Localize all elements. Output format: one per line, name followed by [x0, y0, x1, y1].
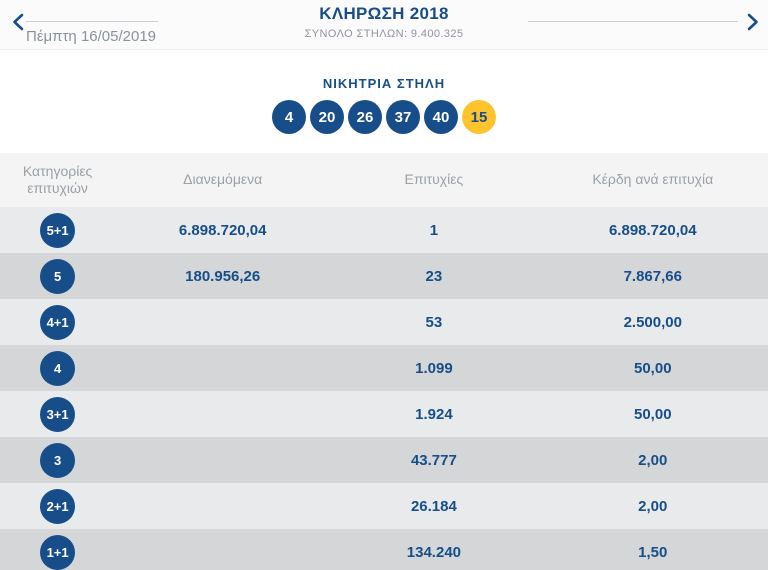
winners-value: 1.924 — [415, 405, 453, 423]
column-header-distributed: Διανεμόμενα — [183, 171, 263, 188]
header-divider-right — [528, 21, 738, 22]
winning-number-ball: 20 — [310, 100, 344, 134]
table-row: 3 43.777 2,00 — [0, 437, 768, 483]
category-badge: 4 — [40, 350, 76, 386]
draw-navigation-bar: Πέμπτη 16/05/2019 ΚΛΗΡΩΣΗ 2018 ΣΥΝΟΛΟ ΣΤ… — [0, 0, 768, 50]
draw-results-page: Πέμπτη 16/05/2019 ΚΛΗΡΩΣΗ 2018 ΣΥΝΟΛΟ ΣΤ… — [0, 0, 768, 570]
winners-value: 1.099 — [415, 359, 453, 377]
prize-table: Κατηγορίες επιτυχιών Διανεμόμενα Επιτυχί… — [0, 153, 768, 570]
table-row: 4+1 53 2.500,00 — [0, 299, 768, 345]
category-badge: 2+1 — [40, 488, 76, 524]
prize-value: 7.867,66 — [623, 267, 682, 285]
total-columns-label: ΣΥΝΟΛΟ ΣΤΗΛΩΝ: 9.400.325 — [304, 28, 464, 40]
table-row: 5+1 6.898.720,04 1 6.898.720,04 — [0, 207, 768, 253]
table-row: 1+1 134.240 1,50 — [0, 529, 768, 570]
winning-number-ball: 15 — [462, 100, 496, 134]
distributed-value: 6.898.720,04 — [178, 221, 267, 239]
category-badge: 5+1 — [40, 212, 76, 248]
winners-value: 23 — [425, 267, 443, 285]
column-header-winners: Επιτυχίες — [404, 171, 464, 188]
next-draw-button[interactable] — [742, 12, 764, 34]
category-badge: 4+1 — [40, 304, 76, 340]
winning-column-label: ΝΙΚΗΤΡΙΑ ΣΤΗΛΗ — [322, 76, 446, 91]
prize-value: 2,00 — [638, 497, 668, 515]
winners-value: 134.240 — [406, 543, 462, 561]
column-header-prize: Κέρδη ανά επιτυχία — [592, 171, 714, 188]
category-badge: 3+1 — [40, 396, 76, 432]
prize-table-body: 5+1 6.898.720,04 1 6.898.720,04 5 180.95… — [0, 207, 768, 570]
winners-value: 43.777 — [410, 451, 457, 469]
table-row: 3+1 1.924 50,00 — [0, 391, 768, 437]
table-row: 4 1.099 50,00 — [0, 345, 768, 391]
category-badge: 5 — [40, 258, 76, 294]
column-header-categories: Κατηγορίες επιτυχιών — [22, 162, 93, 197]
winners-value: 53 — [425, 313, 443, 331]
winners-value: 1 — [429, 221, 439, 239]
prize-value: 50,00 — [634, 405, 672, 423]
prize-value: 6.898.720,04 — [608, 221, 697, 239]
chevron-right-icon — [747, 13, 760, 34]
table-row: 5 180.956,26 23 7.867,66 — [0, 253, 768, 299]
winning-number-ball: 4 — [272, 100, 306, 134]
winning-number-ball: 26 — [348, 100, 382, 134]
distributed-value: 180.956,26 — [185, 267, 261, 285]
winning-number-ball: 40 — [424, 100, 458, 134]
prize-value: 2.500,00 — [623, 313, 682, 331]
prize-value: 2,00 — [638, 451, 668, 469]
table-row: 2+1 26.184 2,00 — [0, 483, 768, 529]
prize-value: 50,00 — [634, 359, 672, 377]
category-badge: 3 — [40, 442, 76, 478]
prize-table-header: Κατηγορίες επιτυχιών Διανεμόμενα Επιτυχί… — [0, 153, 768, 207]
category-badge: 1+1 — [40, 534, 76, 570]
prize-value: 1,50 — [638, 543, 668, 561]
winners-value: 26.184 — [410, 497, 457, 515]
winning-numbers: 4 20 26 37 40 15 — [0, 100, 768, 134]
winning-number-ball: 37 — [386, 100, 420, 134]
